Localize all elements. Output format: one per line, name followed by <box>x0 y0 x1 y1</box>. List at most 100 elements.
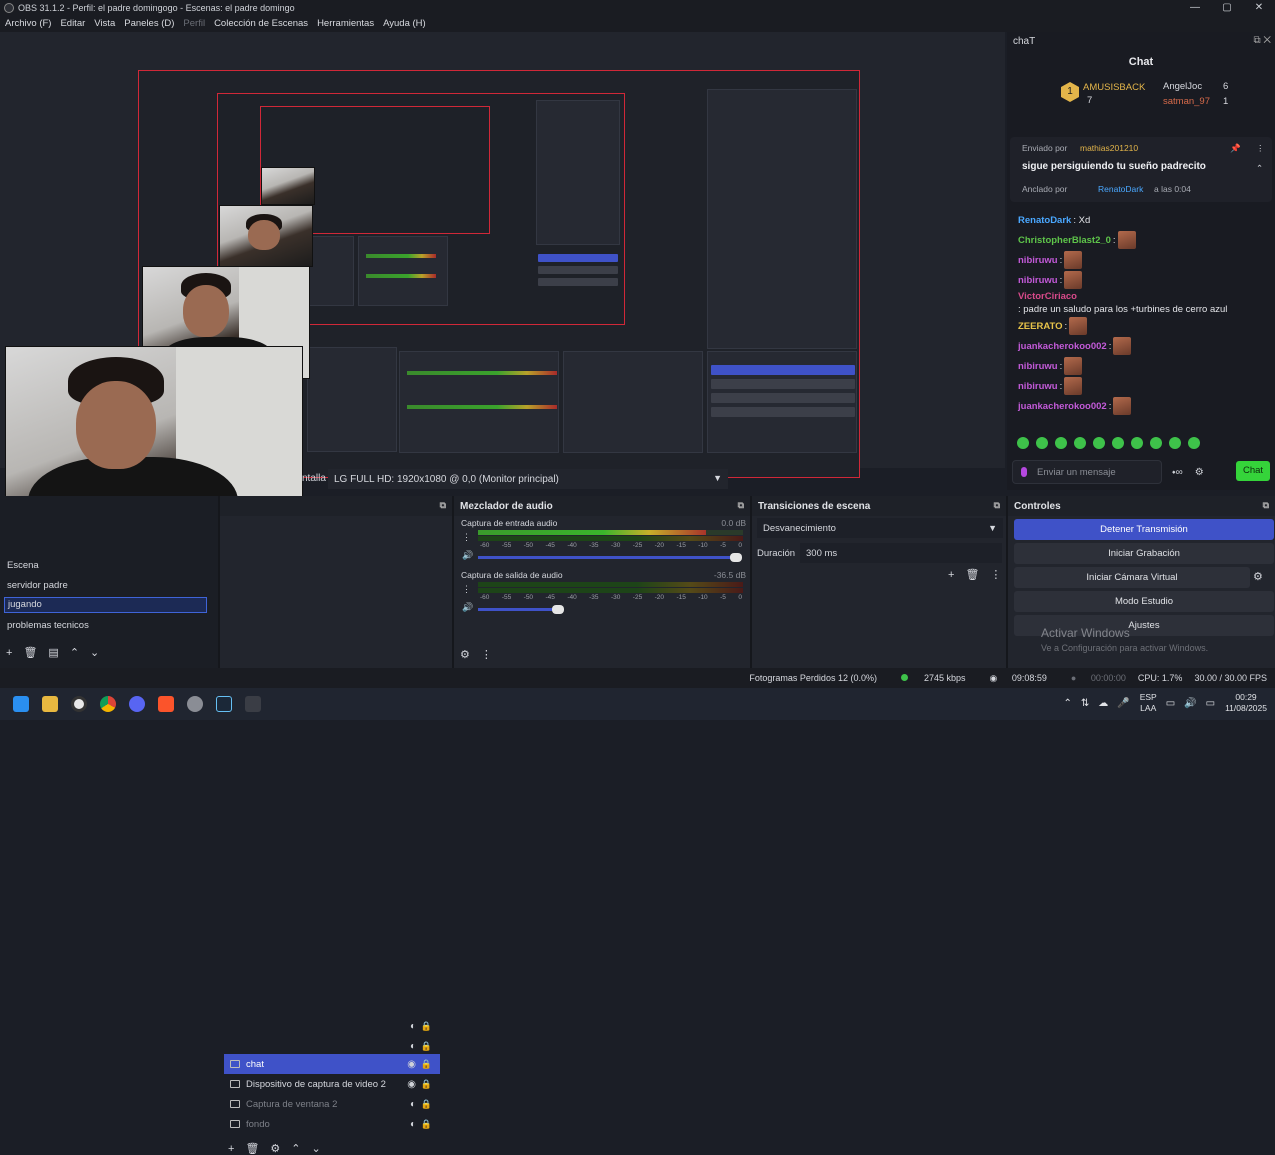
lock-icon[interactable]: 🔒 <box>421 1099 432 1110</box>
settings-app-icon[interactable] <box>187 696 203 712</box>
virtual-camera-settings-icon[interactable]: ⚙ <box>1253 570 1263 583</box>
emote-icon[interactable] <box>1150 437 1162 449</box>
trash-icon[interactable]: 🗑 <box>23 646 37 659</box>
visibility-icon[interactable]: ◐ <box>410 1021 416 1032</box>
lock-icon[interactable]: 🔒 <box>421 1021 432 1032</box>
network-icon[interactable]: ⇅ <box>1081 698 1089 709</box>
screen-capture-select[interactable]: LG FULL HD: 1920x1080 @ 0,0 (Monitor pri… <box>328 469 728 489</box>
add-icon[interactable]: + <box>228 1143 234 1155</box>
dock-float-icon[interactable]: ⧉ <box>440 500 446 511</box>
arrow-down-icon[interactable]: ⌄ <box>312 1142 321 1155</box>
more-options-icon[interactable]: ⋮ <box>1256 143 1265 154</box>
discord-icon[interactable] <box>129 696 145 712</box>
cloud-icon[interactable]: ☁ <box>1098 698 1108 709</box>
trash-icon[interactable]: 🗑 <box>965 568 979 581</box>
source-row[interactable]: fondo ◐ 🔒 <box>224 1114 440 1134</box>
windows-start-icon[interactable] <box>13 696 29 712</box>
menu-herramientas[interactable]: Herramientas <box>317 18 374 29</box>
minimize-button[interactable]: — <box>1179 0 1211 15</box>
file-explorer-icon[interactable] <box>42 696 58 712</box>
dock-float-icon[interactable]: ⧉ <box>738 500 744 511</box>
menu-paneles[interactable]: Paneles (D) <box>124 18 174 29</box>
battery-icon[interactable]: ▭ <box>1206 698 1215 709</box>
chat-username[interactable]: juankacherokoo002 <box>1018 340 1107 353</box>
dock-float-icon[interactable]: ⧉ ✕ <box>1253 35 1271 46</box>
maximize-button[interactable]: ▢ <box>1211 0 1243 15</box>
chat-send-button[interactable]: Chat <box>1236 461 1270 481</box>
settings-gear-icon[interactable]: ⚙ <box>1195 467 1204 478</box>
points-icon[interactable]: ⬩∞ <box>1172 467 1183 478</box>
more-options-icon[interactable]: ⋮ <box>481 648 492 661</box>
more-options-icon[interactable]: ⋮ <box>990 568 1001 581</box>
menu-ayuda[interactable]: Ayuda (H) <box>383 18 426 29</box>
app-icon[interactable] <box>245 696 261 712</box>
scene-item[interactable]: Escena <box>7 560 39 571</box>
menu-vista[interactable]: Vista <box>94 18 115 29</box>
chat-username[interactable]: ChristopherBlast2_0 <box>1018 234 1111 247</box>
scene-item[interactable]: problemas tecnicos <box>7 620 89 631</box>
chevron-up-icon[interactable]: ⌃ <box>1256 163 1263 174</box>
arrow-up-icon[interactable]: ⌃ <box>70 646 79 659</box>
scene-item-selected[interactable]: jugando <box>4 597 207 613</box>
visibility-icon[interactable]: ◐ <box>410 1041 416 1052</box>
lock-icon[interactable]: 🔒 <box>421 1079 432 1090</box>
chrome-icon[interactable] <box>100 696 116 712</box>
emote-icon[interactable] <box>1093 437 1105 449</box>
mixer-settings-icon[interactable]: ⚙ <box>460 648 470 661</box>
lock-icon[interactable]: 🔒 <box>421 1059 432 1070</box>
source-row-hidden[interactable]: ◐ 🔒 <box>224 1016 440 1036</box>
steam-icon[interactable] <box>216 696 232 712</box>
visibility-off-icon[interactable]: ◐ <box>410 1119 416 1130</box>
chat-username[interactable]: VictorCiriaco <box>1018 290 1077 303</box>
volume-slider[interactable] <box>478 553 742 562</box>
dock-float-icon[interactable]: ⧉ <box>1263 500 1269 511</box>
add-icon[interactable]: + <box>948 569 954 581</box>
chat-username[interactable]: nibiruwu <box>1018 380 1058 393</box>
brave-icon[interactable] <box>158 696 174 712</box>
scene-item[interactable]: servidor padre <box>7 580 68 591</box>
start-virtual-camera-button[interactable]: Iniciar Cámara Virtual <box>1014 567 1250 588</box>
chat-username[interactable]: nibiruwu <box>1018 254 1058 267</box>
filter-icon[interactable]: ▤ <box>48 646 58 659</box>
lock-icon[interactable]: 🔒 <box>421 1119 432 1130</box>
volume-slider-knob[interactable] <box>730 553 742 562</box>
transition-select[interactable]: Desvanecimiento ▼ <box>757 518 1003 538</box>
emote-icon[interactable] <box>1017 437 1029 449</box>
emote-icon[interactable] <box>1188 437 1200 449</box>
visibility-off-icon[interactable]: ◐ <box>410 1099 416 1110</box>
volume-icon[interactable]: 🔊 <box>1184 698 1196 709</box>
menu-archivo[interactable]: Archivo (F) <box>5 18 51 29</box>
mic-icon[interactable] <box>1021 467 1027 477</box>
emote-icon[interactable] <box>1074 437 1086 449</box>
visibility-icon[interactable]: ◉ <box>407 1079 416 1090</box>
gear-icon[interactable]: ⚙ <box>270 1142 280 1155</box>
source-row[interactable]: Captura de ventana 2 ◐ 🔒 <box>224 1094 440 1114</box>
chat-message-input[interactable]: Enviar un mensaje <box>1012 460 1162 484</box>
chat-username[interactable]: ZEERATO <box>1018 320 1063 333</box>
volume-slider[interactable] <box>478 605 564 614</box>
close-button[interactable]: ✕ <box>1243 0 1275 15</box>
emote-icon[interactable] <box>1169 437 1181 449</box>
microphone-icon[interactable]: 🎤 <box>1117 698 1129 709</box>
preview-canvas[interactable] <box>0 32 1005 562</box>
menu-editar[interactable]: Editar <box>60 18 85 29</box>
emote-icon[interactable] <box>1055 437 1067 449</box>
volume-slider-knob[interactable] <box>552 605 564 614</box>
chat-username[interactable]: juankacherokoo002 <box>1018 400 1107 413</box>
start-recording-button[interactable]: Iniciar Grabación <box>1014 543 1274 564</box>
visibility-icon[interactable]: ◉ <box>407 1059 416 1070</box>
studio-mode-button[interactable]: Modo Estudio <box>1014 591 1274 612</box>
speaker-icon[interactable]: 🔊 <box>462 602 473 613</box>
more-options-icon[interactable]: ⋮ <box>462 532 471 543</box>
chat-username[interactable]: RenatoDark <box>1018 214 1071 227</box>
chat-username[interactable]: nibiruwu <box>1018 360 1058 373</box>
speaker-icon[interactable]: 🔊 <box>462 550 473 561</box>
arrow-down-icon[interactable]: ⌄ <box>90 646 99 659</box>
monitor-icon[interactable]: ▭ <box>1166 698 1175 709</box>
stop-streaming-button[interactable]: Detener Transmisión <box>1014 519 1274 540</box>
chevron-up-icon[interactable]: ⌃ <box>1063 698 1071 709</box>
emote-icon[interactable] <box>1036 437 1048 449</box>
pin-icon[interactable]: 📌 <box>1230 143 1241 154</box>
language-indicator[interactable]: ESP LAA <box>1140 692 1157 714</box>
dock-float-icon[interactable]: ⧉ <box>994 500 1000 511</box>
